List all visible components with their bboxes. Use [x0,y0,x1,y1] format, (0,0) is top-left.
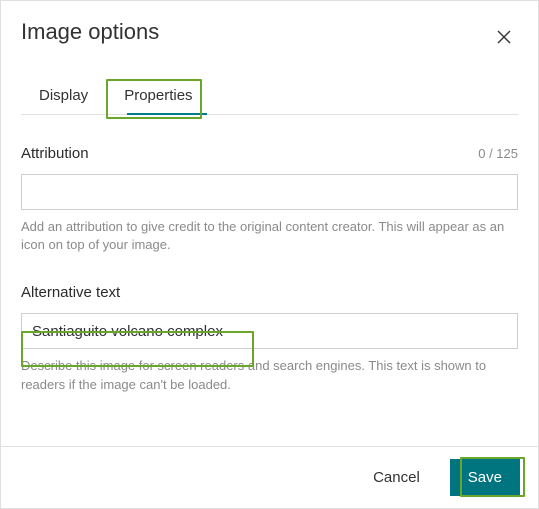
alt-text-input[interactable] [21,313,518,349]
close-button[interactable] [490,23,518,51]
cancel-button[interactable]: Cancel [361,459,432,496]
close-icon [496,29,512,45]
tabs: Display Properties [21,77,518,115]
attribution-input[interactable] [21,174,518,210]
tab-properties[interactable]: Properties [106,77,210,114]
alt-text-help: Describe this image for screen readers a… [21,357,518,393]
attribution-label: Attribution [21,145,89,162]
image-options-dialog: Image options Display Properties Attribu… [0,0,539,509]
attribution-help: Add an attribution to give credit to the… [21,218,518,254]
alt-text-label: Alternative text [21,284,120,301]
dialog-footer: Cancel Save [1,446,538,508]
tabs-divider [21,114,518,115]
dialog-content: Image options Display Properties Attribu… [1,1,538,446]
tab-display[interactable]: Display [21,77,106,114]
alt-text-field: Alternative text Describe this image for… [21,284,518,393]
attribution-counter: 0 / 125 [478,146,518,161]
save-button[interactable]: Save [450,459,520,496]
dialog-header: Image options [21,19,518,51]
tab-active-indicator [127,113,207,115]
dialog-title: Image options [21,19,159,45]
attribution-field: Attribution 0 / 125 Add an attribution t… [21,145,518,254]
